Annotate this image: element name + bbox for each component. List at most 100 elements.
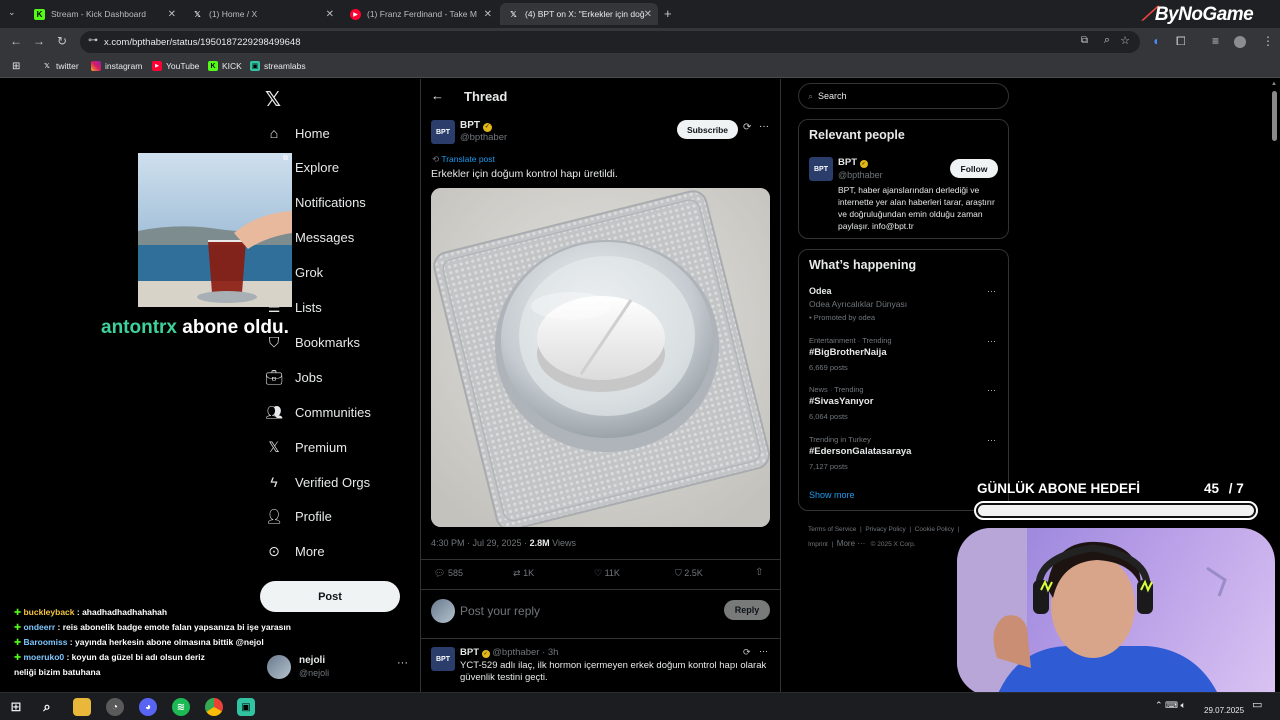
spotify-icon[interactable]: ≋ <box>172 698 190 716</box>
tab-youtube[interactable]: ▶ (1) Franz Ferdinand - Take M ✕ <box>342 3 498 25</box>
follow-button[interactable]: Follow <box>950 159 998 178</box>
person-avatar[interactable]: BPT <box>809 157 833 181</box>
puzzle-icon[interactable]: ⧠ <box>1176 34 1186 49</box>
app-icon[interactable]: ◔ <box>106 698 124 716</box>
install-icon[interactable]: ⧉ <box>1081 35 1088 46</box>
reply-avatar[interactable]: BPT <box>431 647 455 671</box>
back-icon[interactable]: ← <box>10 34 22 48</box>
nav-item-profile[interactable]: 👤︎ Profile <box>265 505 332 529</box>
footer-link[interactable]: Cookie Policy <box>915 526 954 533</box>
grok-icon[interactable]: ⟳ <box>743 122 751 133</box>
footer-link[interactable]: Privacy Policy <box>865 526 905 533</box>
reply-author[interactable]: BPT ✓ @bpthaber · 3h <box>460 647 558 658</box>
star-icon[interactable]: ☆ <box>1120 34 1130 47</box>
more-horizontal-icon[interactable]: ··· <box>987 385 996 395</box>
reply-button[interactable]: Reply <box>724 600 770 620</box>
streamlabs-icon[interactable]: ▣ <box>237 698 255 716</box>
profile-avatar-icon[interactable] <box>1234 36 1246 48</box>
x-logo-icon[interactable]: 𝕏 <box>265 87 281 112</box>
discord-icon[interactable]: ◕ <box>139 698 157 716</box>
bookmark-instagram[interactable]: instagram <box>91 61 142 71</box>
more-horizontal-icon[interactable]: ··· <box>987 286 996 296</box>
account-switcher[interactable]: nejoli @nejoli ··· <box>267 653 411 681</box>
person-bio: BPT, haber ajanslarından derlediği ve in… <box>838 185 995 231</box>
nav-item-home[interactable]: ⌂ Home <box>265 121 330 145</box>
zoom-icon[interactable]: ⌕ <box>1104 34 1110 47</box>
author-name[interactable]: BPT ✓ <box>460 120 492 132</box>
search-input[interactable]: ⌕ Search <box>798 83 1009 109</box>
trend-name: #BigBrotherNaija <box>809 346 887 358</box>
more-horizontal-icon[interactable]: ··· <box>397 657 408 669</box>
more-horizontal-icon[interactable]: ··· <box>759 121 769 132</box>
post-image[interactable] <box>431 188 770 527</box>
bookmark-youtube[interactable]: ▶ YouTube <box>152 61 199 71</box>
tray-icons[interactable]: ⌃ ⌨ 🔈︎ <box>1155 700 1186 711</box>
subscribe-button[interactable]: Subscribe <box>677 120 738 139</box>
share-icon[interactable]: ⇧ <box>755 567 763 578</box>
tab-search-icon[interactable]: ⌄ <box>8 7 16 18</box>
tab-x-home[interactable]: 𝕏 (1) Home / X ✕ <box>184 3 340 25</box>
author-handle[interactable]: @bpthaber <box>460 132 507 143</box>
tab-bpt-post[interactable]: 𝕏 (4) BPT on X: "Erkekler için doğ ✕ <box>500 3 658 25</box>
sub-alert-image: ⧉ <box>138 153 292 307</box>
nav-item-verified-orgs[interactable]: ϟ Verified Orgs <box>265 470 370 494</box>
close-icon[interactable]: ✕ <box>644 9 652 20</box>
nav-item-premium[interactable]: 𝕏 Premium <box>265 435 347 459</box>
close-icon[interactable]: ✕ <box>326 9 334 20</box>
search-icon[interactable]: ⌕ <box>38 698 56 716</box>
tab-kick-dashboard[interactable]: K Stream - Kick Dashboard ✕ <box>26 3 182 25</box>
repost-action[interactable]: ⇄ 1K <box>513 568 534 579</box>
trend-item[interactable]: Odea Odea Ayrıcalıklar Dünyası ▪ Promoted … <box>809 286 999 328</box>
windows-start-icon[interactable]: ⊞ <box>7 698 25 716</box>
bookmark-twitter[interactable]: 𝕏twitter <box>42 61 79 71</box>
more-horizontal-icon[interactable]: ··· <box>987 336 996 346</box>
forward-icon[interactable]: → <box>33 34 45 48</box>
bookmark-kick[interactable]: K KICK <box>208 61 242 71</box>
verified-badge-icon: ✓ <box>859 160 868 168</box>
sub-goal-count: 45 / 7 <box>1204 481 1244 496</box>
notifications-icon[interactable]: ▭ <box>1252 698 1262 711</box>
site-info-icon[interactable]: ⊶ <box>88 35 98 46</box>
scrollbar[interactable] <box>1272 91 1277 141</box>
footer-link[interactable]: Terms of Service <box>808 526 856 533</box>
trend-context: News · Trending <box>809 385 864 394</box>
more-circle-icon: ⊙ <box>268 543 280 560</box>
menu-icon[interactable]: ⋮ <box>1262 34 1274 48</box>
nav-item-jobs[interactable]: 💼︎ Jobs <box>265 365 322 389</box>
like-action[interactable]: ♡ 11K <box>594 568 620 579</box>
close-icon[interactable]: ✕ <box>484 9 492 20</box>
more-horizontal-icon[interactable]: ··· <box>759 646 768 656</box>
reload-icon[interactable]: ↻ <box>57 34 67 48</box>
show-more-link[interactable]: Show more <box>809 490 855 500</box>
nav-item-communities[interactable]: 👥︎ Communities <box>265 400 371 424</box>
back-arrow-icon[interactable]: ← <box>431 88 444 103</box>
post-button[interactable]: Post <box>260 581 400 612</box>
trend-item[interactable]: News · Trending #SivasYanıyor 6,064 posts ·… <box>809 385 999 427</box>
relevant-people-card: Relevant people BPT BPT ✓ @bpthaber Foll… <box>798 119 1009 239</box>
chrome-icon[interactable] <box>205 698 223 716</box>
reply-input[interactable]: Post your reply <box>460 604 710 618</box>
nav-item-more[interactable]: ⊙ More <box>265 540 325 564</box>
tab-title: (1) Franz Ferdinand - Take M <box>367 9 477 19</box>
more-horizontal-icon[interactable]: ··· <box>987 435 996 445</box>
translate-link[interactable]: ⟲ Translate post <box>432 154 495 165</box>
bookmark-action[interactable]: ⛉ 2.5K <box>675 568 703 579</box>
footer-link[interactable]: Imprint <box>808 541 828 548</box>
author-avatar[interactable]: BPT <box>431 120 455 144</box>
close-icon[interactable]: ✕ <box>168 9 176 20</box>
x-page: 𝕏 ⌂Home⌕Explore🔔︎Notifications✉Messages◩… <box>0 79 1280 692</box>
scroll-up-icon[interactable]: ▲ <box>1271 81 1277 87</box>
trend-item[interactable]: Entertainment · Trending #BigBrotherNaija… <box>809 336 999 378</box>
trend-item[interactable]: Trending in Turkey #EdersonGalatasaraya 7,… <box>809 435 999 477</box>
file-explorer-icon[interactable] <box>73 698 91 716</box>
reply-action[interactable]: 💬︎ 585 <box>434 568 463 579</box>
media-icon[interactable]: ≡ <box>1212 34 1219 48</box>
bookmark-streamlabs[interactable]: ▣ streamlabs <box>250 61 306 71</box>
footer-link[interactable]: More ··· <box>837 539 865 548</box>
person-name[interactable]: BPT ✓ <box>838 157 868 168</box>
address-bar[interactable]: ⊶ x.com/bpthaber/status/1950187229298499… <box>80 31 1140 53</box>
grok-icon[interactable]: ⟳ <box>743 647 751 658</box>
extension-icon[interactable]: ◖ <box>1152 34 1159 48</box>
new-tab-button[interactable]: + <box>664 6 672 21</box>
apps-icon[interactable]: ⊞ <box>12 61 20 72</box>
